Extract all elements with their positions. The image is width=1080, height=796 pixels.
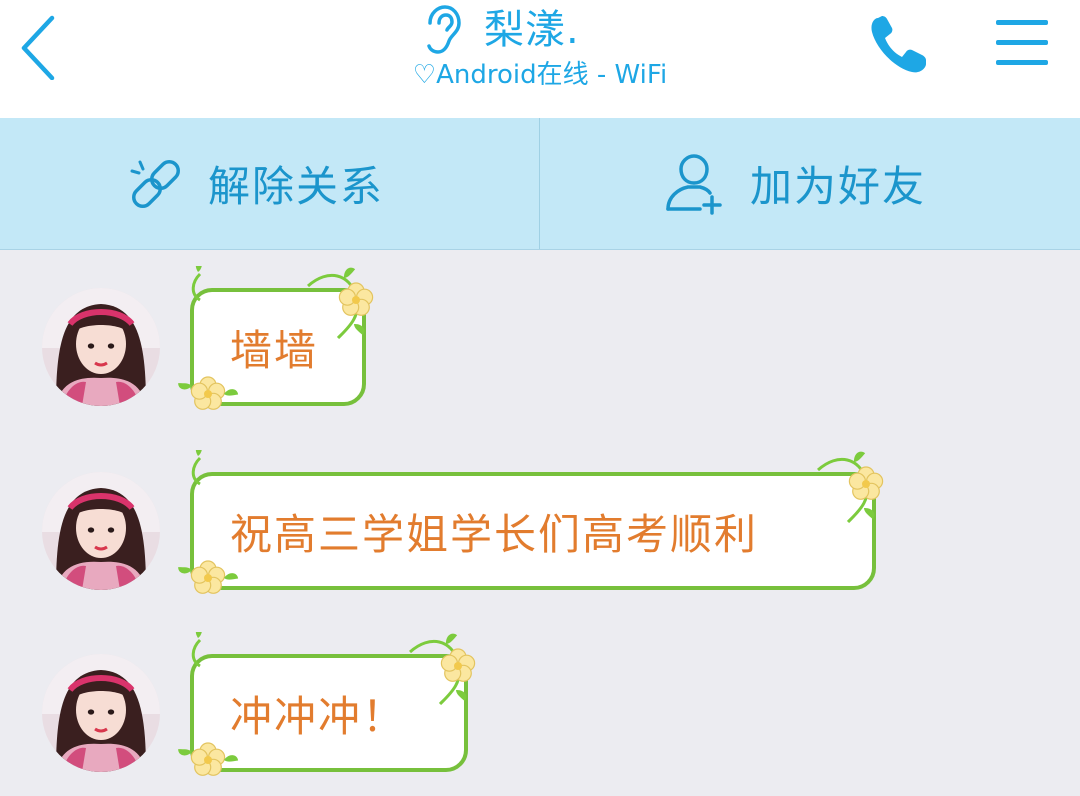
phone-icon [871,16,926,73]
add-user-icon [666,153,722,215]
unlink-button[interactable]: 解除关系 [126,118,384,249]
add-friend-button[interactable]: 加为好友 [664,118,926,249]
relationship-action-bar: 解除关系 加为好友 [0,118,1080,250]
link-broken-icon [130,159,180,208]
ear-icon [427,5,461,54]
avatar[interactable] [42,472,160,590]
avatar[interactable] [42,288,160,406]
unlink-label: 解除关系 [208,162,385,211]
title-row: 梨漾. [420,2,580,58]
message-bubble[interactable]: 冲冲冲！ [190,654,468,772]
chat-header: 梨漾. ♡Android在线 - WiFi [0,0,1080,118]
contact-name: 梨漾. [484,7,580,53]
message-bubble[interactable]: 墙墙 [190,288,366,406]
menu-icon [996,20,1048,65]
menu-button[interactable] [994,16,1050,70]
avatar[interactable] [42,654,160,772]
add-friend-label: 加为好友 [750,162,927,211]
message-text: 墙墙 [230,325,319,375]
message-bubble[interactable]: 祝高三学姐学长们高考顺利 [190,472,876,590]
message-text: 冲冲冲！ [230,691,407,741]
call-button[interactable] [866,12,932,78]
action-divider [539,118,540,249]
message-text: 祝高三学姐学长们高考顺利 [230,509,759,559]
